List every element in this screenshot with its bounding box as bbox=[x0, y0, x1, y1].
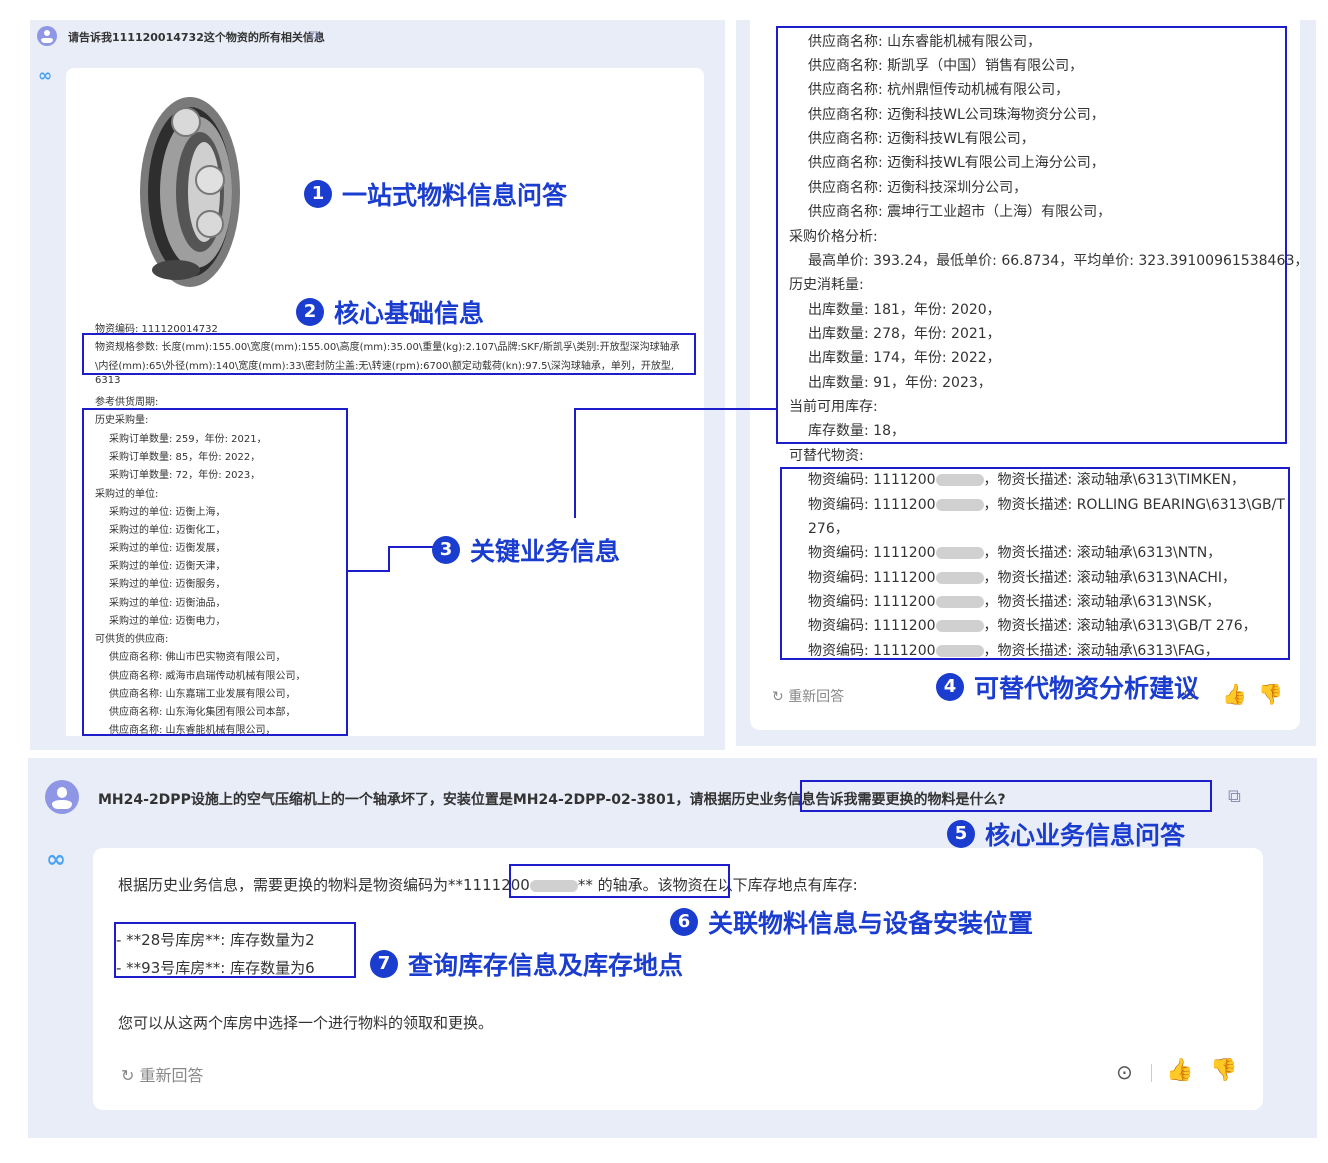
highlight-supply-box bbox=[776, 26, 1287, 444]
copy-icon[interactable]: ⧉ bbox=[310, 28, 319, 43]
annotation-6: 6 关联物料信息与设备安装位置 bbox=[670, 904, 1033, 940]
annotation-7: 7 查询库存信息及库存地点 bbox=[370, 946, 683, 982]
answer-line-3: 您可以从这两个库房中选择一个进行物料的领取和更换。 bbox=[118, 1014, 494, 1032]
highlight-code-box bbox=[509, 864, 730, 898]
annotation-1: 1 一站式物料信息问答 bbox=[304, 176, 567, 212]
supply-period: 参考供货周期: bbox=[95, 397, 159, 408]
answer-line-1: 根据历史业务信息，需要更换的物料是物资编码为**1111200 ** 的轴承。该物… bbox=[118, 876, 858, 894]
connector-line bbox=[388, 546, 390, 572]
copy-icon[interactable]: ⧉ bbox=[1228, 786, 1241, 807]
spec-line-3: 6313 bbox=[95, 375, 121, 386]
connector-line bbox=[574, 408, 576, 518]
play-icon[interactable]: ⊙ bbox=[1116, 1060, 1133, 1084]
highlight-spec-box bbox=[82, 333, 696, 375]
connector-line bbox=[348, 570, 390, 572]
refresh-icon: ↻ bbox=[772, 689, 789, 705]
alt-title: 可替代物资: bbox=[789, 448, 864, 464]
regenerate-button-bottom[interactable]: ↻ 重新回答 bbox=[121, 1062, 204, 1086]
highlight-stock-box bbox=[114, 922, 356, 978]
highlight-alternatives-box bbox=[780, 467, 1290, 660]
thumbs-down-icon[interactable]: 👎 bbox=[1258, 682, 1283, 706]
thumbs-down-icon[interactable]: 👎 bbox=[1210, 1058, 1237, 1083]
divider bbox=[1151, 1064, 1152, 1082]
user-avatar bbox=[45, 780, 79, 814]
thumbs-up-icon[interactable]: 👍 bbox=[1166, 1058, 1193, 1083]
refresh-icon: ↻ bbox=[121, 1066, 140, 1085]
highlight-question-box bbox=[800, 780, 1212, 812]
question-1: 请告诉我111120014732这个物资的所有相关信息 bbox=[68, 31, 325, 44]
regenerate-button-top[interactable]: ↻ 重新回答 bbox=[772, 686, 844, 706]
annotation-3: 3 关键业务信息 bbox=[432, 532, 620, 568]
connector-line bbox=[574, 408, 778, 410]
annotation-4: 4 可替代物资分析建议 bbox=[936, 669, 1199, 705]
annotation-5: 5 核心业务信息问答 bbox=[947, 816, 1185, 852]
thumbs-up-icon[interactable]: 👍 bbox=[1222, 682, 1247, 706]
connector-line bbox=[388, 546, 434, 548]
bearing-image bbox=[140, 97, 240, 287]
assistant-logo-icon: ∞ bbox=[46, 845, 66, 873]
user-avatar bbox=[37, 26, 57, 46]
assistant-logo-icon: ∞ bbox=[38, 66, 53, 86]
annotation-2: 2 核心基础信息 bbox=[296, 294, 484, 330]
highlight-business-box bbox=[82, 408, 348, 736]
